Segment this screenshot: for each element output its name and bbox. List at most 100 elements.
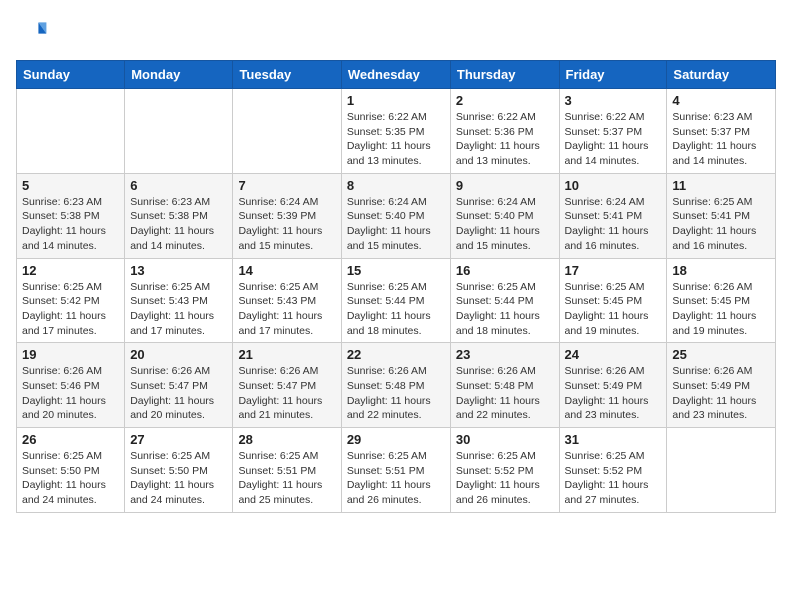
- day-info-line: Sunrise: 6:25 AM: [22, 449, 119, 464]
- day-info-line: Sunset: 5:40 PM: [456, 209, 554, 224]
- day-info-line: Daylight: 11 hours and 17 minutes.: [130, 309, 227, 338]
- calendar-day-cell: 6Sunrise: 6:23 AMSunset: 5:38 PMDaylight…: [125, 173, 233, 258]
- day-number: 30: [456, 432, 554, 447]
- day-info-line: Daylight: 11 hours and 14 minutes.: [130, 224, 227, 253]
- calendar-day-cell: [667, 428, 776, 513]
- day-info-line: Sunrise: 6:26 AM: [130, 364, 227, 379]
- day-info-line: Sunset: 5:52 PM: [456, 464, 554, 479]
- day-info-line: Sunset: 5:38 PM: [22, 209, 119, 224]
- logo-icon: [16, 16, 48, 48]
- day-info-line: Sunrise: 6:26 AM: [672, 364, 770, 379]
- day-number: 31: [565, 432, 662, 447]
- day-number: 26: [22, 432, 119, 447]
- day-number: 18: [672, 263, 770, 278]
- day-info-line: Sunset: 5:48 PM: [347, 379, 445, 394]
- day-info-line: Sunrise: 6:25 AM: [238, 449, 335, 464]
- day-number: 4: [672, 93, 770, 108]
- day-number: 25: [672, 347, 770, 362]
- calendar-day-cell: 30 Sunrise: 6:25 AMSunset: 5:52 PMDayligh…: [450, 428, 559, 513]
- day-info-line: Sunset: 5:41 PM: [672, 209, 770, 224]
- day-info-line: Sunset: 5:37 PM: [672, 125, 770, 140]
- day-info-line: Daylight: 11 hours and 17 minutes.: [238, 309, 335, 338]
- day-number: 21: [238, 347, 335, 362]
- day-number: 12: [22, 263, 119, 278]
- day-info-line: Sunrise: 6:25 AM: [238, 280, 335, 295]
- day-info-line: Sunrise: 6:23 AM: [672, 110, 770, 125]
- day-info-line: Daylight: 11 hours and 19 minutes.: [672, 309, 770, 338]
- day-info-line: Daylight: 11 hours and 26 minutes.: [347, 478, 445, 507]
- day-info-line: Sunset: 5:35 PM: [347, 125, 445, 140]
- calendar-day-cell: 29Sunrise: 6:25 AMSunset: 5:51 PMDayligh…: [341, 428, 450, 513]
- day-info-line: Daylight: 11 hours and 23 minutes.: [672, 394, 770, 423]
- day-number: 20: [130, 347, 227, 362]
- calendar-table: SundayMondayTuesdayWednesdayThursdayFrid…: [16, 60, 776, 513]
- day-info-line: Daylight: 11 hours and 15 minutes.: [238, 224, 335, 253]
- day-info-line: Sunset: 5:52 PM: [565, 464, 662, 479]
- day-info-line: Sunset: 5:42 PM: [22, 294, 119, 309]
- day-info-line: Daylight: 11 hours and 14 minutes.: [565, 139, 662, 168]
- day-number: 23: [456, 347, 554, 362]
- day-info-line: Daylight: 11 hours and 13 minutes.: [347, 139, 445, 168]
- day-info-line: Sunset: 5:45 PM: [672, 294, 770, 309]
- calendar-day-cell: 14Sunrise: 6:25 AMSunset: 5:43 PMDayligh…: [233, 258, 341, 343]
- day-info-line: Daylight: 11 hours and 24 minutes.: [22, 478, 119, 507]
- day-number: 19: [22, 347, 119, 362]
- day-info-line: Sunset: 5:44 PM: [456, 294, 554, 309]
- calendar-day-cell: 26 Sunrise: 6:25 AMSunset: 5:50 PMDayligh…: [17, 428, 125, 513]
- calendar-day-cell: 3Sunrise: 6:22 AMSunset: 5:37 PMDaylight…: [559, 89, 667, 174]
- day-number: 2: [456, 93, 554, 108]
- calendar-day-cell: 1Sunrise: 6:22 AMSunset: 5:35 PMDaylight…: [341, 89, 450, 174]
- day-info-line: Daylight: 11 hours and 26 minutes.: [456, 478, 554, 507]
- calendar-day-cell: 22Sunrise: 6:26 AMSunset: 5:48 PMDayligh…: [341, 343, 450, 428]
- day-number: 17: [565, 263, 662, 278]
- day-info-line: Daylight: 11 hours and 22 minutes.: [347, 394, 445, 423]
- day-info-line: Sunrise: 6:24 AM: [238, 195, 335, 210]
- day-info-line: Sunrise: 6:26 AM: [456, 364, 554, 379]
- calendar-day-cell: 18Sunrise: 6:26 AMSunset: 5:45 PMDayligh…: [667, 258, 776, 343]
- calendar-day-cell: 31Sunrise: 6:25 AMSunset: 5:52 PMDayligh…: [559, 428, 667, 513]
- day-number: 15: [347, 263, 445, 278]
- day-number: 6: [130, 178, 227, 193]
- calendar-day-cell: 16 Sunrise: 6:25 AMSunset: 5:44 PMDayligh…: [450, 258, 559, 343]
- day-info-line: Daylight: 11 hours and 16 minutes.: [672, 224, 770, 253]
- day-info-line: Daylight: 11 hours and 14 minutes.: [672, 139, 770, 168]
- day-info-line: Sunset: 5:36 PM: [456, 125, 554, 140]
- day-number: 16: [456, 263, 554, 278]
- calendar-day-cell: 19Sunrise: 6:26 AMSunset: 5:46 PMDayligh…: [17, 343, 125, 428]
- day-info-line: Sunset: 5:43 PM: [238, 294, 335, 309]
- day-info-line: Daylight: 11 hours and 23 minutes.: [565, 394, 662, 423]
- day-info-line: Daylight: 11 hours and 18 minutes.: [456, 309, 554, 338]
- day-info-line: Sunrise: 6:23 AM: [22, 195, 119, 210]
- day-number: 29: [347, 432, 445, 447]
- calendar-day-cell: 4 Sunrise: 6:23 AMSunset: 5:37 PMDaylight…: [667, 89, 776, 174]
- day-number: 5: [22, 178, 119, 193]
- day-info-line: Sunrise: 6:25 AM: [456, 449, 554, 464]
- day-of-week-header: Monday: [125, 61, 233, 89]
- day-info-line: Sunset: 5:39 PM: [238, 209, 335, 224]
- calendar-day-cell: 13Sunrise: 6:25 AMSunset: 5:43 PMDayligh…: [125, 258, 233, 343]
- day-info-line: Sunrise: 6:24 AM: [565, 195, 662, 210]
- day-info-line: Daylight: 11 hours and 18 minutes.: [347, 309, 445, 338]
- day-info-line: Sunset: 5:49 PM: [672, 379, 770, 394]
- day-info-line: Sunrise: 6:25 AM: [456, 280, 554, 295]
- day-info-line: Sunrise: 6:24 AM: [347, 195, 445, 210]
- day-info-line: Sunset: 5:50 PM: [22, 464, 119, 479]
- day-info-line: Daylight: 11 hours and 19 minutes.: [565, 309, 662, 338]
- logo: [16, 16, 52, 48]
- day-info-line: Sunrise: 6:22 AM: [456, 110, 554, 125]
- day-info-line: Sunrise: 6:25 AM: [130, 449, 227, 464]
- day-info-line: Daylight: 11 hours and 13 minutes.: [456, 139, 554, 168]
- calendar-day-cell: 15Sunrise: 6:25 AMSunset: 5:44 PMDayligh…: [341, 258, 450, 343]
- day-number: 8: [347, 178, 445, 193]
- day-info-line: Daylight: 11 hours and 21 minutes.: [238, 394, 335, 423]
- day-info-line: Sunset: 5:47 PM: [238, 379, 335, 394]
- day-info-line: Daylight: 11 hours and 15 minutes.: [456, 224, 554, 253]
- day-number: 3: [565, 93, 662, 108]
- day-number: 11: [672, 178, 770, 193]
- day-info-line: Sunrise: 6:25 AM: [565, 449, 662, 464]
- day-of-week-header: Wednesday: [341, 61, 450, 89]
- day-info-line: Sunset: 5:41 PM: [565, 209, 662, 224]
- day-info-line: Daylight: 11 hours and 16 minutes.: [565, 224, 662, 253]
- calendar-day-cell: 23Sunrise: 6:26 AMSunset: 5:48 PMDayligh…: [450, 343, 559, 428]
- calendar-day-cell: 5Sunrise: 6:23 AMSunset: 5:38 PMDaylight…: [17, 173, 125, 258]
